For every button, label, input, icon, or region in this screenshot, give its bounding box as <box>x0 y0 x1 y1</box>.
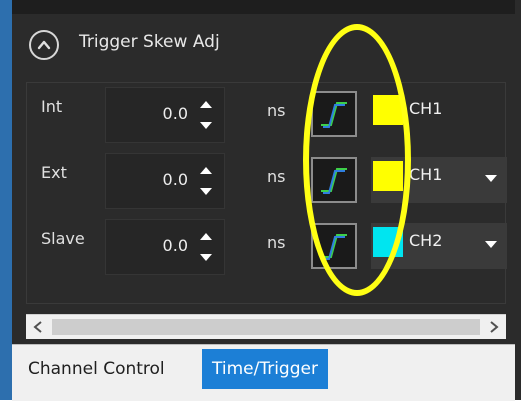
triangle-down-icon <box>200 122 212 129</box>
edge-polarity-button[interactable] <box>311 223 357 269</box>
trigger-skew-panel-window: Trigger Skew Adj Int 0.0 ns CH1 Ext 0.0 … <box>0 0 521 401</box>
spin-down-button[interactable] <box>196 116 216 136</box>
unit-label: ns <box>267 101 286 120</box>
unit-label: ns <box>267 233 286 252</box>
channel-color-swatch <box>373 227 403 257</box>
triangle-down-icon <box>200 254 212 261</box>
unit-label: ns <box>267 167 286 186</box>
triangle-up-icon <box>200 233 212 240</box>
chevron-up-icon <box>37 40 51 50</box>
collapse-button[interactable] <box>29 30 59 60</box>
trigger-skew-section: Trigger Skew Adj Int 0.0 ns CH1 Ext 0.0 … <box>12 14 515 344</box>
bottom-tab-bar: Channel Control Time/Trigger <box>12 344 515 401</box>
horizontal-scrollbar[interactable] <box>26 314 506 339</box>
row-label: Int <box>41 97 63 116</box>
triangle-up-icon <box>200 167 212 174</box>
spinner <box>196 160 216 202</box>
scroll-left-button[interactable] <box>26 315 50 339</box>
skew-value: 0.0 <box>162 104 188 123</box>
top-toolbar-strip <box>12 0 515 15</box>
skew-row-slave: Slave 0.0 ns CH2 <box>27 219 507 275</box>
section-header[interactable]: Trigger Skew Adj <box>12 14 515 72</box>
window-left-border <box>0 0 12 400</box>
chevron-right-icon <box>490 321 499 333</box>
spinner <box>196 94 216 136</box>
triangle-down-icon <box>200 188 212 195</box>
chevron-down-icon <box>485 175 497 182</box>
section-title: Trigger Skew Adj <box>79 32 220 52</box>
skew-row-int: Int 0.0 ns CH1 <box>27 87 507 143</box>
skew-value-field[interactable]: 0.0 <box>105 219 225 275</box>
channel-label: CH2 <box>409 231 443 250</box>
tab-channel-control[interactable]: Channel Control <box>18 349 175 389</box>
spin-down-button[interactable] <box>196 248 216 268</box>
channel-color-swatch <box>373 95 403 125</box>
skew-value: 0.0 <box>162 170 188 189</box>
spin-up-button[interactable] <box>196 160 216 180</box>
channel-label: CH1 <box>409 165 443 184</box>
row-label: Slave <box>41 229 85 248</box>
spinner <box>196 226 216 268</box>
skew-value-field[interactable]: 0.0 <box>105 153 225 209</box>
rising-edge-icon <box>321 102 347 128</box>
skew-value-field[interactable]: 0.0 <box>105 87 225 143</box>
chevron-down-icon <box>485 241 497 248</box>
spin-down-button[interactable] <box>196 182 216 202</box>
scroll-right-button[interactable] <box>482 315 506 339</box>
rising-edge-icon <box>321 234 347 260</box>
edge-polarity-button[interactable] <box>311 157 357 203</box>
spin-up-button[interactable] <box>196 226 216 246</box>
triangle-up-icon <box>200 101 212 108</box>
channel-label: CH1 <box>409 99 443 118</box>
skew-row-ext: Ext 0.0 ns CH1 <box>27 153 507 209</box>
skew-rows-container: Int 0.0 ns CH1 Ext 0.0 ns CH1 Slave 0.0 … <box>26 82 507 304</box>
tab-time-trigger[interactable]: Time/Trigger <box>202 349 328 389</box>
channel-color-swatch <box>373 161 403 191</box>
scrollbar-thumb[interactable] <box>52 319 480 335</box>
chevron-left-icon <box>33 321 42 333</box>
rising-edge-icon <box>321 168 347 194</box>
spin-up-button[interactable] <box>196 94 216 114</box>
edge-polarity-button[interactable] <box>311 91 357 137</box>
skew-value: 0.0 <box>162 236 188 255</box>
row-label: Ext <box>41 163 67 182</box>
